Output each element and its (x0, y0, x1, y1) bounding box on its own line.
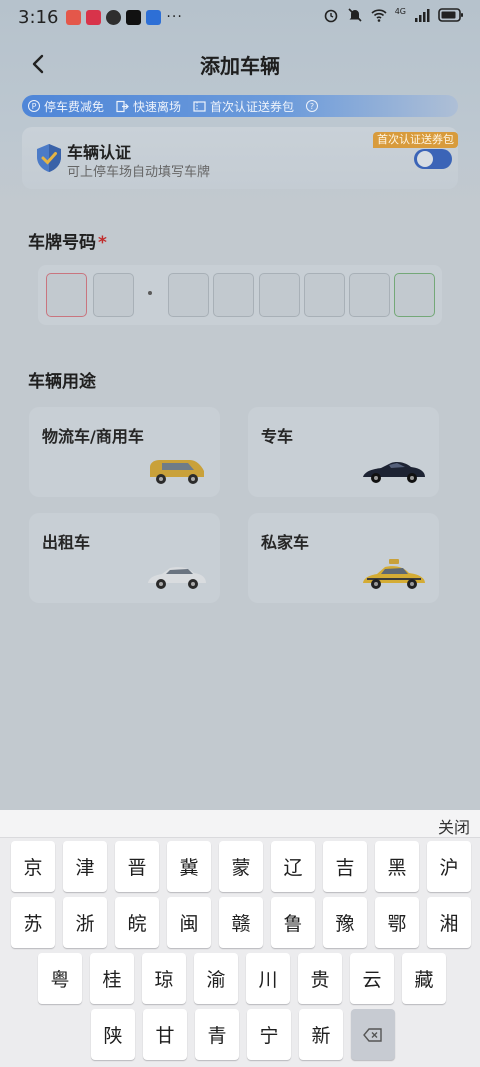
network-type: 4G (394, 6, 406, 16)
usage-option-logistics[interactable]: 物流车/商用车 (29, 407, 220, 497)
usage-option-label: 出租车 (42, 533, 91, 552)
sedan-icon (148, 567, 206, 589)
usage-option-private[interactable]: 私家车 (248, 513, 439, 603)
vehicle-auth-card: 车辆认证 可上停车场自动填写车牌 首次认证送券包 (22, 127, 458, 189)
sports-car-icon (363, 462, 425, 483)
signal-icon (415, 9, 430, 22)
key-province[interactable]: 冀 (167, 841, 211, 892)
page-title: 添加车辆 (200, 53, 280, 78)
usage-option-label: 专车 (261, 427, 294, 446)
keyboard-toolbar: 关闭 (0, 810, 480, 838)
key-province[interactable]: 辽 (271, 841, 315, 892)
plate-input (38, 265, 442, 325)
usage-option-ride-hailing[interactable]: 专车 (248, 407, 439, 497)
app-notification-icon (86, 9, 102, 25)
plate-section-title: 车牌号码 * (28, 228, 107, 253)
key-province[interactable]: 京 (11, 841, 55, 892)
status-bar: 3:16 ··· 4G (0, 0, 480, 34)
usage-option-label: 物流车/商用车 (42, 427, 144, 446)
promo-item-label: 快速离场 (133, 99, 182, 114)
coupon-icon (193, 100, 206, 112)
auth-toggle[interactable] (414, 149, 452, 169)
plate-box[interactable] (168, 273, 209, 317)
parking-icon: P (28, 100, 40, 112)
key-province[interactable]: 黑 (375, 841, 419, 892)
alarm-icon (324, 9, 338, 23)
required-mark: * (98, 233, 107, 253)
key-province[interactable]: 浙 (63, 897, 107, 948)
plate-box[interactable] (93, 273, 134, 317)
key-province[interactable]: 渝 (194, 953, 238, 1004)
key-province[interactable]: 鲁 (271, 897, 315, 948)
key-province[interactable]: 赣 (219, 897, 263, 948)
exit-icon (116, 100, 129, 112)
key-province[interactable]: 琼 (142, 953, 186, 1004)
promo-item-label: 停车费减免 (44, 99, 105, 114)
key-province[interactable]: 青 (195, 1009, 239, 1060)
auth-subtitle: 可上停车场自动填写车牌 (67, 165, 211, 180)
help-icon[interactable]: ? (306, 100, 319, 112)
plate-box-new-energy[interactable] (394, 273, 435, 317)
app-notification-icon (146, 9, 162, 25)
key-province[interactable]: 宁 (247, 1009, 291, 1060)
plate-title-label: 车牌号码 (28, 233, 96, 253)
first-auth-badge: 首次认证送券包 (373, 132, 458, 148)
status-time: 3:16 (18, 6, 59, 28)
key-province[interactable]: 津 (63, 841, 107, 892)
promo-item-coupon: 首次认证送券包 (193, 98, 294, 115)
battery-icon (438, 8, 463, 22)
plate-box[interactable] (259, 273, 300, 317)
plate-separator-dot (148, 291, 152, 295)
key-province[interactable]: 粤 (38, 953, 82, 1004)
van-icon (150, 460, 204, 484)
plate-box[interactable] (304, 273, 345, 317)
key-province[interactable]: 蒙 (219, 841, 263, 892)
key-province[interactable]: 湘 (427, 897, 471, 948)
promo-item-label: 首次认证送券包 (210, 99, 295, 114)
key-province[interactable]: 苏 (11, 897, 55, 948)
promo-banner[interactable]: P 停车费减免 快速离场 首次认证送券包 ? (22, 95, 458, 117)
key-province[interactable]: 沪 (427, 841, 471, 892)
usage-option-taxi[interactable]: 出租车 (29, 513, 220, 603)
app-notification-icon (126, 9, 142, 25)
delete-key[interactable] (351, 1009, 395, 1060)
usage-option-label: 私家车 (261, 533, 310, 552)
back-arrow-icon[interactable] (24, 50, 52, 78)
backspace-icon (363, 1027, 382, 1042)
auth-title: 车辆认证 (67, 143, 132, 162)
key-province[interactable]: 闽 (167, 897, 211, 948)
province-keyboard: 关闭 京津晋冀蒙辽吉黑沪苏浙皖闽赣鲁豫鄂湘粤桂琼渝川贵云藏陕甘青宁新 (0, 810, 480, 1067)
key-province[interactable]: 藏 (402, 953, 446, 1004)
promo-item-exit: 快速离场 (116, 98, 181, 115)
key-province[interactable]: 晋 (115, 841, 159, 892)
key-province[interactable]: 桂 (90, 953, 134, 1004)
toggle-knob (417, 151, 433, 167)
shield-icon (37, 144, 61, 172)
keyboard-close-button[interactable]: 关闭 (438, 814, 470, 838)
key-province[interactable]: 吉 (323, 841, 367, 892)
plate-box[interactable] (213, 273, 254, 317)
plate-box[interactable] (349, 273, 390, 317)
nav-bar: 添加车辆 (0, 42, 480, 86)
key-province[interactable]: 新 (299, 1009, 343, 1060)
app-notification-icon (66, 9, 82, 25)
key-province[interactable]: 皖 (115, 897, 159, 948)
usage-section-title: 车辆用途 (28, 372, 96, 392)
plate-box-province[interactable] (46, 273, 87, 317)
key-province[interactable]: 陕 (91, 1009, 135, 1060)
promo-item-fee: P 停车费减免 (28, 98, 104, 115)
key-province[interactable]: 豫 (323, 897, 367, 948)
taxi-car-icon (363, 559, 425, 589)
more-notifications-icon: ··· (166, 9, 183, 25)
mute-icon (348, 8, 362, 22)
wifi-icon (371, 9, 387, 22)
key-province[interactable]: 川 (246, 953, 290, 1004)
key-province[interactable]: 鄂 (375, 897, 419, 948)
key-province[interactable]: 甘 (143, 1009, 187, 1060)
key-province[interactable]: 云 (350, 953, 394, 1004)
key-province[interactable]: 贵 (298, 953, 342, 1004)
chat-notification-icon (106, 9, 122, 25)
